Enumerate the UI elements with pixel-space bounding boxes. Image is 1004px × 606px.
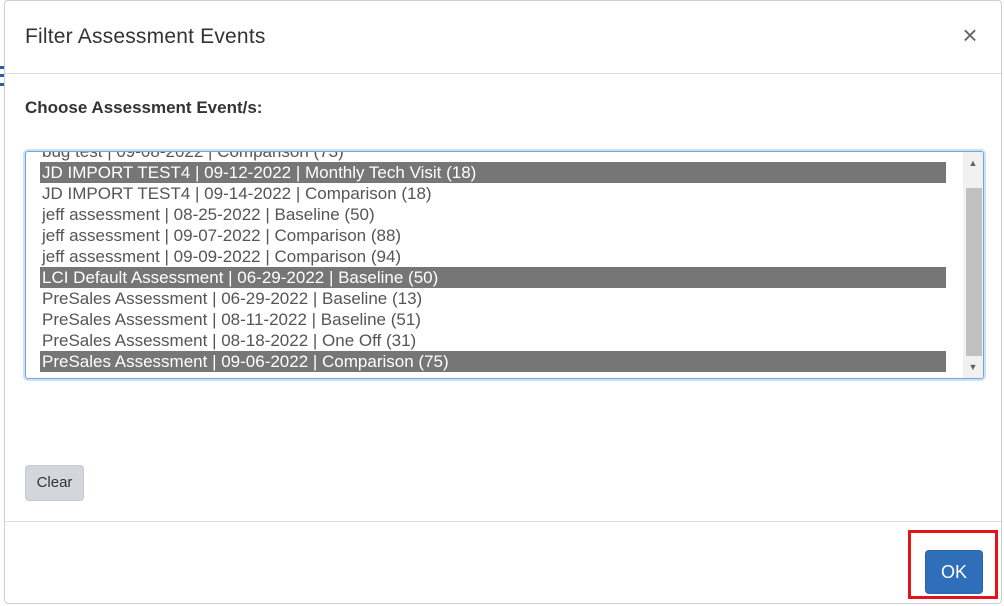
ok-button[interactable]: OK	[925, 550, 983, 594]
assessment-event-listbox[interactable]: bug test | 09-08-2022 | Comparison (73) J…	[25, 151, 984, 379]
scrollbar-thumb[interactable]	[966, 188, 982, 356]
list-option[interactable]: PreSales Assessment | 09-06-2022 | Compa…	[40, 351, 946, 372]
list-option[interactable]: PreSales Assessment | 06-29-2022 | Basel…	[40, 288, 946, 309]
dialog-title: Filter Assessment Events	[25, 25, 266, 48]
dialog-header: Filter Assessment Events ×	[5, 1, 1001, 74]
list-option[interactable]: PreSales Assessment | 08-18-2022 | One O…	[40, 330, 946, 351]
dialog-footer: OK	[5, 521, 1001, 605]
scroll-down-icon[interactable]: ▼	[963, 358, 983, 376]
list-option[interactable]: bug test | 09-08-2022 | Comparison (73)	[40, 152, 946, 162]
clear-button[interactable]: Clear	[25, 465, 84, 501]
list-option[interactable]: jeff assessment | 08-25-2022 | Baseline …	[40, 204, 946, 225]
filter-dialog: Filter Assessment Events × Choose Assess…	[4, 0, 1002, 604]
list-option[interactable]: jeff assessment | 09-09-2022 | Compariso…	[40, 246, 946, 267]
close-icon[interactable]: ×	[959, 22, 981, 48]
list-option[interactable]: jeff assessment | 09-07-2022 | Compariso…	[40, 225, 946, 246]
field-label: Choose Assessment Event/s:	[25, 98, 263, 117]
option-list: bug test | 09-08-2022 | Comparison (73) J…	[40, 152, 946, 372]
scroll-up-icon[interactable]: ▲	[963, 154, 983, 172]
list-option[interactable]: JD IMPORT TEST4 | 09-14-2022 | Compariso…	[40, 183, 946, 204]
list-option[interactable]: JD IMPORT TEST4 | 09-12-2022 | Monthly T…	[40, 162, 946, 183]
list-option[interactable]: PreSales Assessment | 08-11-2022 | Basel…	[40, 309, 946, 330]
listbox-scrollbar[interactable]: ▲ ▼	[963, 152, 983, 378]
ok-button-highlight: OK	[908, 530, 998, 599]
list-option[interactable]: LCI Default Assessment | 06-29-2022 | Ba…	[40, 267, 946, 288]
